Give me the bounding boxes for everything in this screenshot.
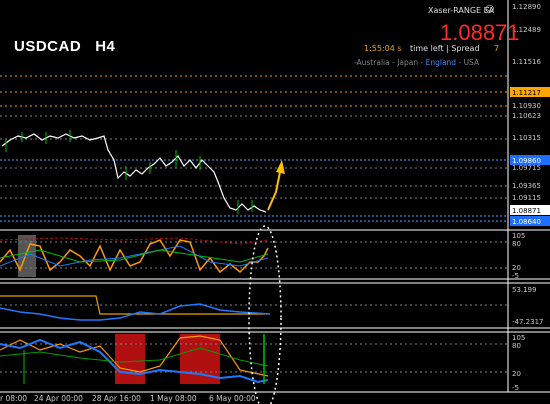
price-candles	[1, 130, 267, 214]
svg-text:r 08:00: r 08:00	[0, 394, 27, 403]
price-label: 1.12890	[512, 3, 541, 11]
session-usa: USA	[463, 58, 480, 67]
symbol-title: USDCAD H4	[14, 38, 115, 55]
price-label: 1.09115	[512, 194, 541, 202]
price-label: 1.09365	[512, 182, 541, 190]
spread-value: 7	[494, 44, 500, 53]
time-axis: r 08:00 24 Apr 00:00 28 Apr 16:00 1 May …	[0, 394, 256, 403]
svg-text:6 May 00:00: 6 May 00:00	[209, 394, 256, 403]
svg-text:-5: -5	[512, 384, 519, 392]
svg-text:24 Apr 00:00: 24 Apr 00:00	[34, 394, 83, 403]
time-left-label: time left | Spread	[410, 44, 480, 53]
price-label: 1.11516	[512, 58, 541, 66]
svg-text:20: 20	[512, 264, 521, 272]
svg-text:80: 80	[512, 240, 521, 248]
level-lines	[0, 75, 508, 222]
candle-timer: 1:55:04 s	[364, 44, 402, 53]
indicator-axes: 105 80 20 -5 53.199 -47.2317 105 80 20 -…	[512, 232, 543, 392]
svg-text:105: 105	[512, 334, 525, 342]
svg-text:-47.2317: -47.2317	[512, 318, 543, 326]
session-list: -Australia - Japan - England - USA	[354, 58, 480, 67]
svg-text:20: 20	[512, 370, 521, 378]
price-tag-bid: 1.08871	[512, 207, 541, 215]
price-label: 1.10623	[512, 112, 541, 120]
svg-text:53.199: 53.199	[512, 286, 537, 294]
cci-pane	[0, 295, 508, 321]
price-tag-blue: 1.09860	[512, 157, 541, 165]
bottom-indicator-pane	[0, 334, 508, 384]
price-label: 1.10315	[512, 134, 541, 142]
stochastic-pane	[0, 235, 508, 277]
price-label: 1.09715	[512, 164, 541, 172]
svg-text:80: 80	[512, 342, 521, 350]
svg-text:105: 105	[512, 232, 525, 240]
pane-separators	[0, 229, 550, 393]
price-label: 1.10930	[512, 102, 541, 110]
session-england: England	[425, 58, 457, 67]
gear-icon[interactable]: ☺	[485, 5, 494, 15]
svg-text:28 Apr 16:00: 28 Apr 16:00	[92, 394, 141, 403]
symbol-name: USDCAD	[14, 38, 82, 55]
price-tag-blue-low: 1.08640	[512, 218, 541, 226]
session-japan: Japan	[397, 58, 419, 67]
svg-text:1 May 08:00: 1 May 08:00	[150, 394, 197, 403]
price-tag-orange: 1.11217	[512, 89, 541, 97]
bid-price: 1.08871	[440, 20, 520, 45]
session-australia: Australia	[356, 58, 390, 67]
timeframe: H4	[95, 38, 116, 55]
svg-text:-5: -5	[512, 272, 519, 280]
